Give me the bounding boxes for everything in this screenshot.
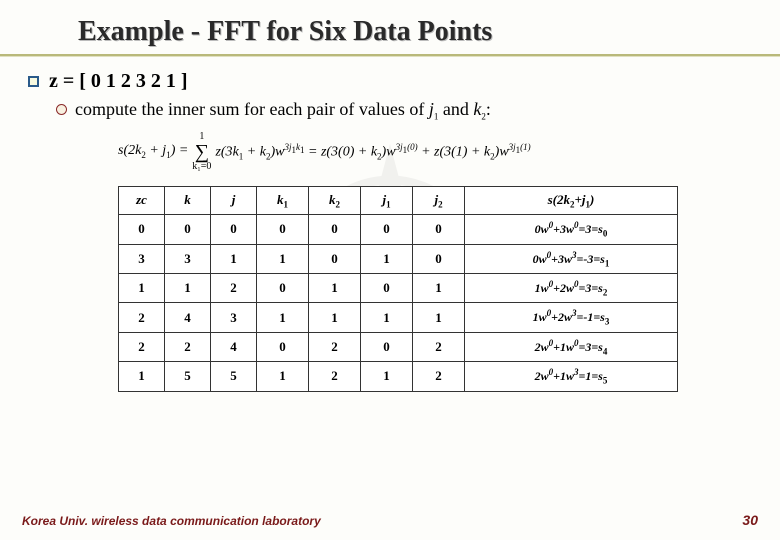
cell-j: 5 [211,362,257,391]
footer-lab: Korea Univ. wireless data communication … [22,514,321,528]
cell-zc: 0 [119,215,165,244]
cell-k1: 1 [257,303,309,332]
cell-zc: 2 [119,303,165,332]
cell-k: 0 [165,215,211,244]
cell-result: 2w0+1w0=3=s4 [465,332,678,361]
cell-k2: 2 [309,332,361,361]
cell-result: 2w0+1w3=1=s5 [465,362,678,391]
footer-page-number: 30 [742,512,758,528]
cell-k: 5 [165,362,211,391]
fft-table: zc k j k1 k2 j1 j2 s(2k2+j1) 00000000w0+… [118,186,678,392]
cell-result: 0w0+3w0=3=s0 [465,215,678,244]
cell-k1: 1 [257,244,309,273]
cell-k1: 0 [257,215,309,244]
cell-j1: 1 [361,244,413,273]
cell-j1: 0 [361,273,413,302]
compute-text: compute the inner sum for each pair of v… [75,99,491,122]
cell-zc: 2 [119,332,165,361]
table-row: 22402022w0+1w0=3=s4 [119,332,678,361]
cell-j2: 1 [413,273,465,302]
cell-k1: 0 [257,332,309,361]
table-row: 15512122w0+1w3=1=s5 [119,362,678,391]
cell-j1: 0 [361,215,413,244]
cell-result: 1w0+2w3=-1=s3 [465,303,678,332]
table-row: 11201011w0+2w0=3=s2 [119,273,678,302]
cell-j2: 2 [413,362,465,391]
formula: s(2k2 + j1) = 1 ∑ k₁=0 z(3k1 + k2)w3j1k1… [118,132,760,172]
cell-zc: 1 [119,273,165,302]
col-k1: k1 [257,186,309,215]
cell-k2: 2 [309,362,361,391]
cell-k2: 0 [309,215,361,244]
cell-j1: 0 [361,332,413,361]
cell-j: 1 [211,244,257,273]
cell-k: 2 [165,332,211,361]
col-j2: j2 [413,186,465,215]
col-k: k [165,186,211,215]
table-header-row: zc k j k1 k2 j1 j2 s(2k2+j1) [119,186,678,215]
col-j: j [211,186,257,215]
col-j1: j1 [361,186,413,215]
cell-j: 0 [211,215,257,244]
cell-k2: 1 [309,273,361,302]
table-row: 24311111w0+2w3=-1=s3 [119,303,678,332]
content-area: z = [ 0 1 2 3 2 1 ] compute the inner su… [28,70,760,392]
cell-k: 4 [165,303,211,332]
data-table-wrap: zc k j k1 k2 j1 j2 s(2k2+j1) 00000000w0+… [118,186,730,392]
cell-result: 1w0+2w0=3=s2 [465,273,678,302]
col-k2: k2 [309,186,361,215]
bullet-z: z = [ 0 1 2 3 2 1 ] [28,70,760,93]
cell-j: 3 [211,303,257,332]
cell-result: 0w0+3w3=-3=s1 [465,244,678,273]
cell-j: 4 [211,332,257,361]
z-vector-text: z = [ 0 1 2 3 2 1 ] [49,70,188,93]
table-row: 00000000w0+3w0=3=s0 [119,215,678,244]
table-row: 33110100w0+3w3=-3=s1 [119,244,678,273]
cell-k1: 0 [257,273,309,302]
square-bullet-icon [28,76,39,87]
sub-bullet-compute: compute the inner sum for each pair of v… [56,99,760,122]
cell-k: 1 [165,273,211,302]
cell-k: 3 [165,244,211,273]
cell-k1: 1 [257,362,309,391]
cell-j2: 2 [413,332,465,361]
cell-zc: 1 [119,362,165,391]
cell-zc: 3 [119,244,165,273]
table-body: 00000000w0+3w0=3=s033110100w0+3w3=-3=s11… [119,215,678,391]
cell-j2: 1 [413,303,465,332]
cell-j1: 1 [361,362,413,391]
circle-bullet-icon [56,104,67,115]
cell-k2: 0 [309,244,361,273]
cell-j2: 0 [413,244,465,273]
col-s: s(2k2+j1) [465,186,678,215]
cell-k2: 1 [309,303,361,332]
cell-j: 2 [211,273,257,302]
cell-j2: 0 [413,215,465,244]
slide-title: Example - FFT for Six Data Points [78,16,492,48]
cell-j1: 1 [361,303,413,332]
title-underline [0,54,780,57]
col-zc: zc [119,186,165,215]
